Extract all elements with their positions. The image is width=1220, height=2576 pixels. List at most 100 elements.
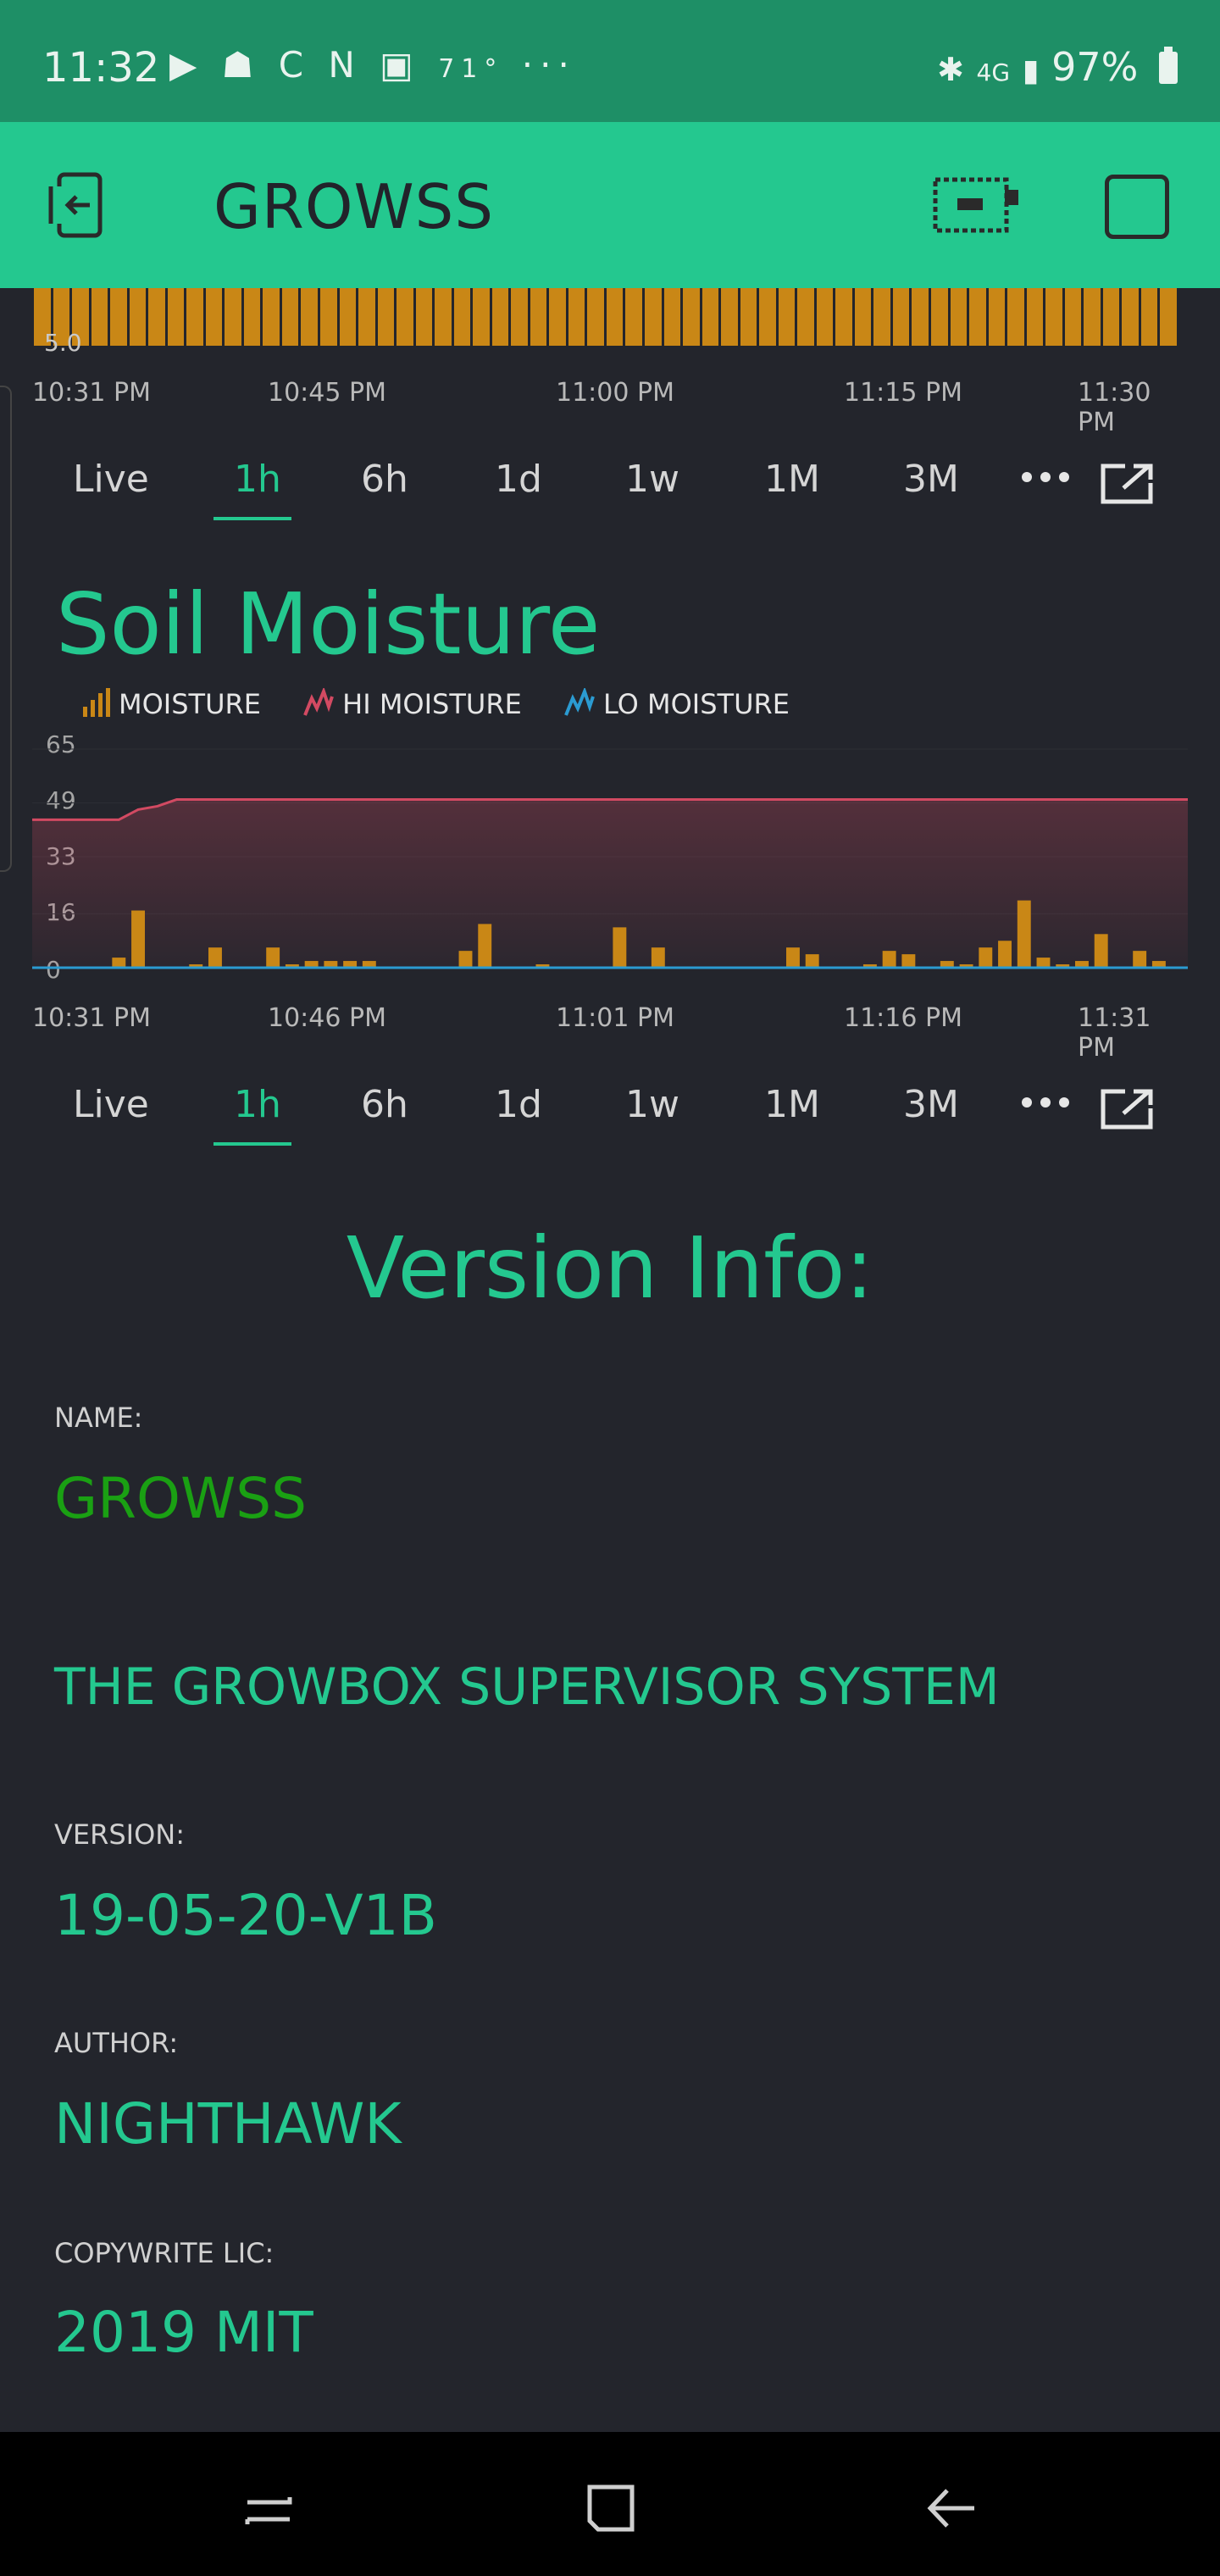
app-title: GROWSS — [214, 171, 495, 242]
top-chart-bar — [625, 288, 645, 346]
gallery-icon: ▣ — [380, 44, 420, 86]
moisture-bar — [901, 954, 916, 968]
top-chart-bar — [396, 288, 416, 346]
top-chart-bar — [168, 288, 187, 346]
status-time: 11:32 — [42, 44, 160, 92]
top-chart-bar — [664, 288, 684, 346]
x-tick: 10:46 PM — [268, 1003, 386, 1033]
device-icon[interactable] — [932, 175, 1020, 236]
top-chart-bar — [186, 288, 206, 346]
range-6h[interactable]: 6h — [361, 1083, 408, 1126]
author-label: AUTHOR: — [54, 2027, 179, 2059]
range-live[interactable]: Live — [73, 458, 149, 501]
exit-icon[interactable] — [47, 171, 115, 239]
hi-moisture-fill — [32, 799, 1188, 968]
top-chart-bar — [148, 288, 168, 346]
legend-hi-moisture[interactable]: HI MOISTURE — [303, 686, 522, 720]
top-chart-bar — [1065, 288, 1084, 346]
legend-lo-moisture[interactable]: LO MOISTURE — [564, 686, 790, 720]
range-1w[interactable]: 1w — [625, 458, 679, 501]
top-chart-bar — [492, 288, 512, 346]
more-options-icon[interactable] — [1020, 1096, 1071, 1108]
moisture-bar — [131, 910, 145, 968]
range-1d[interactable]: 1d — [495, 458, 542, 501]
range-6h[interactable]: 6h — [361, 458, 408, 501]
top-chart-bar — [1160, 288, 1179, 346]
top-chart-bar — [873, 288, 893, 346]
version-info-title: Version Info: — [346, 1219, 874, 1318]
moisture-bar — [1094, 934, 1108, 968]
top-chart-bar — [835, 288, 855, 346]
top-chart-bar — [511, 288, 530, 346]
range-1m[interactable]: 1M — [764, 1083, 820, 1126]
top-chart-bar — [549, 288, 568, 346]
moisture-bar — [979, 947, 993, 968]
recent-apps-icon[interactable] — [239, 2479, 298, 2538]
top-chart-bar — [206, 288, 225, 346]
range-1d[interactable]: 1d — [495, 1083, 542, 1126]
range-3m[interactable]: 3M — [903, 458, 959, 501]
moisture-bar — [112, 958, 126, 968]
more-notifications-icon: ··· — [521, 44, 576, 86]
range-live[interactable]: Live — [73, 1083, 149, 1126]
moisture-bar — [786, 947, 800, 968]
top-chart-bar — [110, 288, 130, 346]
range-1h[interactable]: 1h — [234, 1083, 281, 1126]
author-value: NIGHTHAWK — [54, 2091, 402, 2157]
top-chart-bar — [1141, 288, 1161, 346]
top-chart-bar — [607, 288, 626, 346]
license-label: COPYWRITE LIC: — [54, 2237, 274, 2269]
open-chart-icon[interactable] — [1100, 463, 1154, 505]
top-chart-bar — [759, 288, 779, 346]
notification-icons: ▶ ☗ C N ▣ 71° ··· — [169, 44, 576, 86]
moisture-bar — [805, 954, 819, 968]
app-bar: GROWSS — [0, 122, 1220, 288]
moisture-bar — [651, 947, 665, 968]
temperature-text: 71° — [438, 54, 504, 84]
name-value: GROWSS — [54, 1466, 307, 1531]
moisture-bar — [208, 947, 222, 968]
top-chart-bar — [645, 288, 664, 346]
range-1h[interactable]: 1h — [234, 458, 281, 501]
moisture-bar — [882, 951, 896, 968]
top-chart-bar — [683, 288, 702, 346]
moisture-bar — [1036, 958, 1051, 968]
system-nav-bar — [0, 2432, 1220, 2576]
range-1m[interactable]: 1M — [764, 458, 820, 501]
stop-button[interactable] — [1105, 175, 1169, 239]
legend-moisture[interactable]: MOISTURE — [81, 688, 261, 720]
top-chart-bar — [1084, 288, 1103, 346]
open-chart-icon[interactable] — [1100, 1088, 1154, 1130]
x-tick: 11:16 PM — [844, 1003, 962, 1033]
line-series-icon — [564, 686, 595, 716]
version-value: 19-05-20-V1B — [54, 1883, 437, 1948]
battery-percent: 97% — [1051, 44, 1139, 90]
x-tick: 10:31 PM — [32, 1003, 151, 1033]
play-icon: ▶ — [169, 44, 204, 86]
soil-chart-x-axis: 10:31 PM 10:46 PM 11:01 PM 11:16 PM 11:3… — [32, 1003, 1188, 1063]
top-chart-bar — [225, 288, 244, 346]
top-chart-bar — [1045, 288, 1065, 346]
legend-label: HI MOISTURE — [342, 688, 522, 720]
top-chart-bar — [454, 288, 474, 346]
name-label: NAME: — [54, 1402, 143, 1434]
home-icon[interactable] — [581, 2479, 640, 2538]
top-chart-x-axis: 10:31 PM 10:45 PM 11:00 PM 11:15 PM 11:3… — [32, 378, 1188, 437]
top-chart-bar — [951, 288, 970, 346]
moisture-bar — [478, 924, 492, 968]
x-tick: 10:45 PM — [268, 378, 386, 408]
range-1w[interactable]: 1w — [625, 1083, 679, 1126]
top-chart-bar — [912, 288, 931, 346]
top-chart-bar — [989, 288, 1008, 346]
hi-moisture-area — [32, 799, 1188, 968]
top-chart-bar — [797, 288, 817, 346]
more-options-icon[interactable] — [1020, 471, 1071, 483]
active-range-underline — [214, 517, 291, 520]
bluetooth-icon: ✱ — [937, 51, 964, 88]
range-3m[interactable]: 3M — [903, 1083, 959, 1126]
x-tick: 11:01 PM — [556, 1003, 674, 1033]
back-icon[interactable] — [922, 2479, 981, 2538]
soil-moisture-chart[interactable] — [32, 737, 1188, 983]
top-chart-bar — [779, 288, 798, 346]
time-range-selector-1: Live 1h 6h 1d 1w 1M 3M — [0, 441, 1220, 520]
